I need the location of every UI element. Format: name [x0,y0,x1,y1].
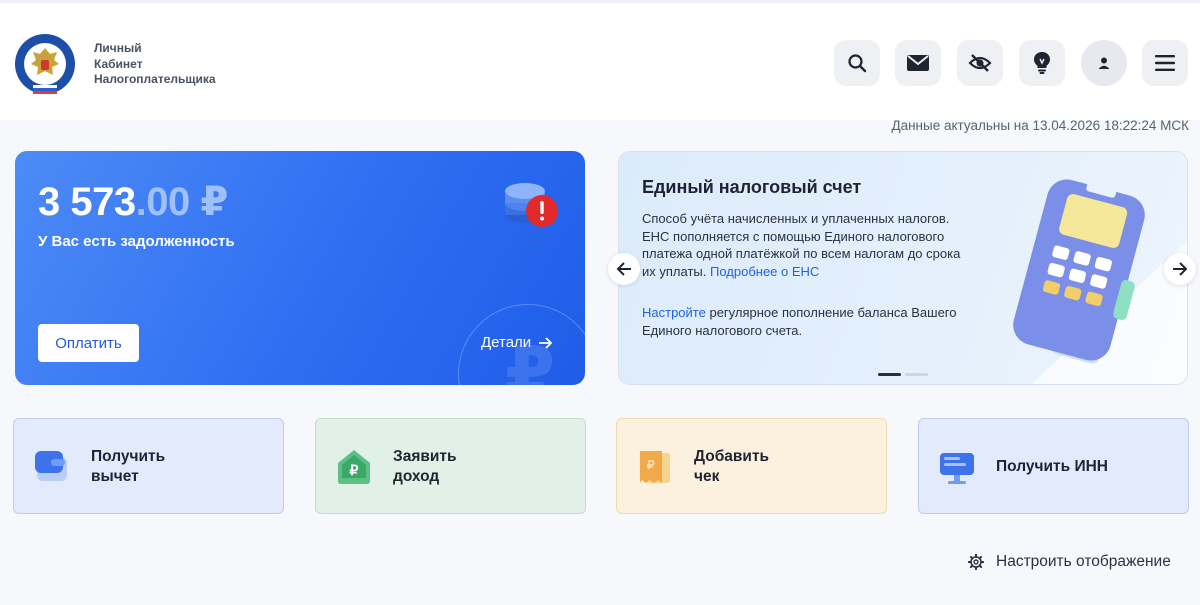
pay-button[interactable]: Оплатить [38,324,139,362]
tile-declare-income[interactable]: ₽ Заявить доход [315,418,586,514]
carousel-indicator [878,373,928,376]
wallet-icon [35,451,67,481]
debt-amount-integer: 3 573 [38,180,136,224]
ens-setup-text: Настройте регулярное пополнение баланса … [642,304,962,339]
tile-get-inn-label: Получить ИНН [996,457,1108,477]
brand-line-1: Личный [94,41,142,55]
tile-add-receipt-label: Добавить чек [694,447,769,487]
header: Личный Кабинет Налогоплательщика [0,3,1200,120]
arrow-right-icon [1173,262,1188,276]
user-icon [1098,57,1110,69]
tile-get-inn[interactable]: Получить ИНН [918,418,1189,514]
fns-emblem-logo[interactable] [14,33,76,95]
menu-button[interactable] [1142,40,1188,86]
search-icon [848,54,867,73]
tips-button[interactable] [1019,40,1065,86]
eye-off-icon [968,54,992,72]
data-updated-timestamp: Данные актуальны на 13.04.2026 18:22:24 … [891,118,1189,133]
search-button[interactable] [834,40,880,86]
carousel-next-button[interactable] [1164,253,1196,285]
menu-icon [1155,55,1175,71]
carousel-dot-2[interactable] [905,373,928,376]
tile-declare-income-line-2: доход [393,468,440,485]
configure-display-label: Настроить отображение [996,553,1171,570]
svg-text:₽: ₽ [647,458,655,472]
ens-title: Единый налоговый счет [642,177,862,197]
tile-get-deduction-label: Получить вычет [91,447,165,487]
gear-icon [968,554,984,570]
payment-terminal-illustration [1013,162,1187,384]
debt-amount-fraction: .00 ₽ [135,180,229,224]
lightbulb-icon [1034,52,1050,74]
ens-more-link[interactable]: Подробнее о ЕНС [710,264,819,279]
brand-title[interactable]: Личный Кабинет Налогоплательщика [94,41,216,88]
details-label: Детали [481,334,532,351]
svg-text:₽: ₽ [350,462,359,478]
brand-line-3: Налогоплательщика [94,72,216,86]
accessibility-button[interactable] [957,40,1003,86]
arrow-left-icon [616,262,631,276]
tile-add-receipt-line-1: Добавить [694,448,770,465]
ens-info-card: Единый налоговый счет Способ учёта начис… [618,151,1188,385]
tile-get-inn-line-1: Получить ИНН [996,458,1108,475]
brand-line-2: Кабинет [94,56,143,71]
ruble-house-icon: ₽ [338,450,370,484]
receipt-icon: ₽ [640,451,670,483]
ens-description: Способ учёта начисленных и уплаченных на… [642,210,962,280]
coins-alert-icon [505,183,558,227]
document-monitor-icon [940,453,974,484]
debt-card[interactable]: ₽ 3 573.00 ₽ У Вас есть задолженность Оп… [15,151,585,385]
configure-display-button[interactable]: Настроить отображение [968,553,1171,571]
ens-setup-link[interactable]: Настройте [642,305,706,320]
messages-button[interactable] [895,40,941,86]
arrow-right-icon [539,336,553,349]
carousel-prev-button[interactable] [608,253,640,285]
mail-icon [907,55,929,71]
tile-get-deduction-line-2: вычет [91,468,139,485]
tile-declare-income-label: Заявить доход [393,447,457,487]
profile-button[interactable] [1081,40,1127,86]
carousel-dot-1[interactable] [878,373,901,376]
tile-add-receipt[interactable]: ₽ Добавить чек [616,418,887,514]
debt-amount: 3 573.00 ₽ [38,179,228,225]
tile-get-deduction[interactable]: Получить вычет [13,418,284,514]
debt-status-label: У Вас есть задолженность [38,233,235,250]
tile-get-deduction-line-1: Получить [91,448,166,465]
details-link[interactable]: Детали [481,334,553,351]
tile-add-receipt-line-2: чек [694,468,720,485]
tile-declare-income-line-1: Заявить [393,448,457,465]
